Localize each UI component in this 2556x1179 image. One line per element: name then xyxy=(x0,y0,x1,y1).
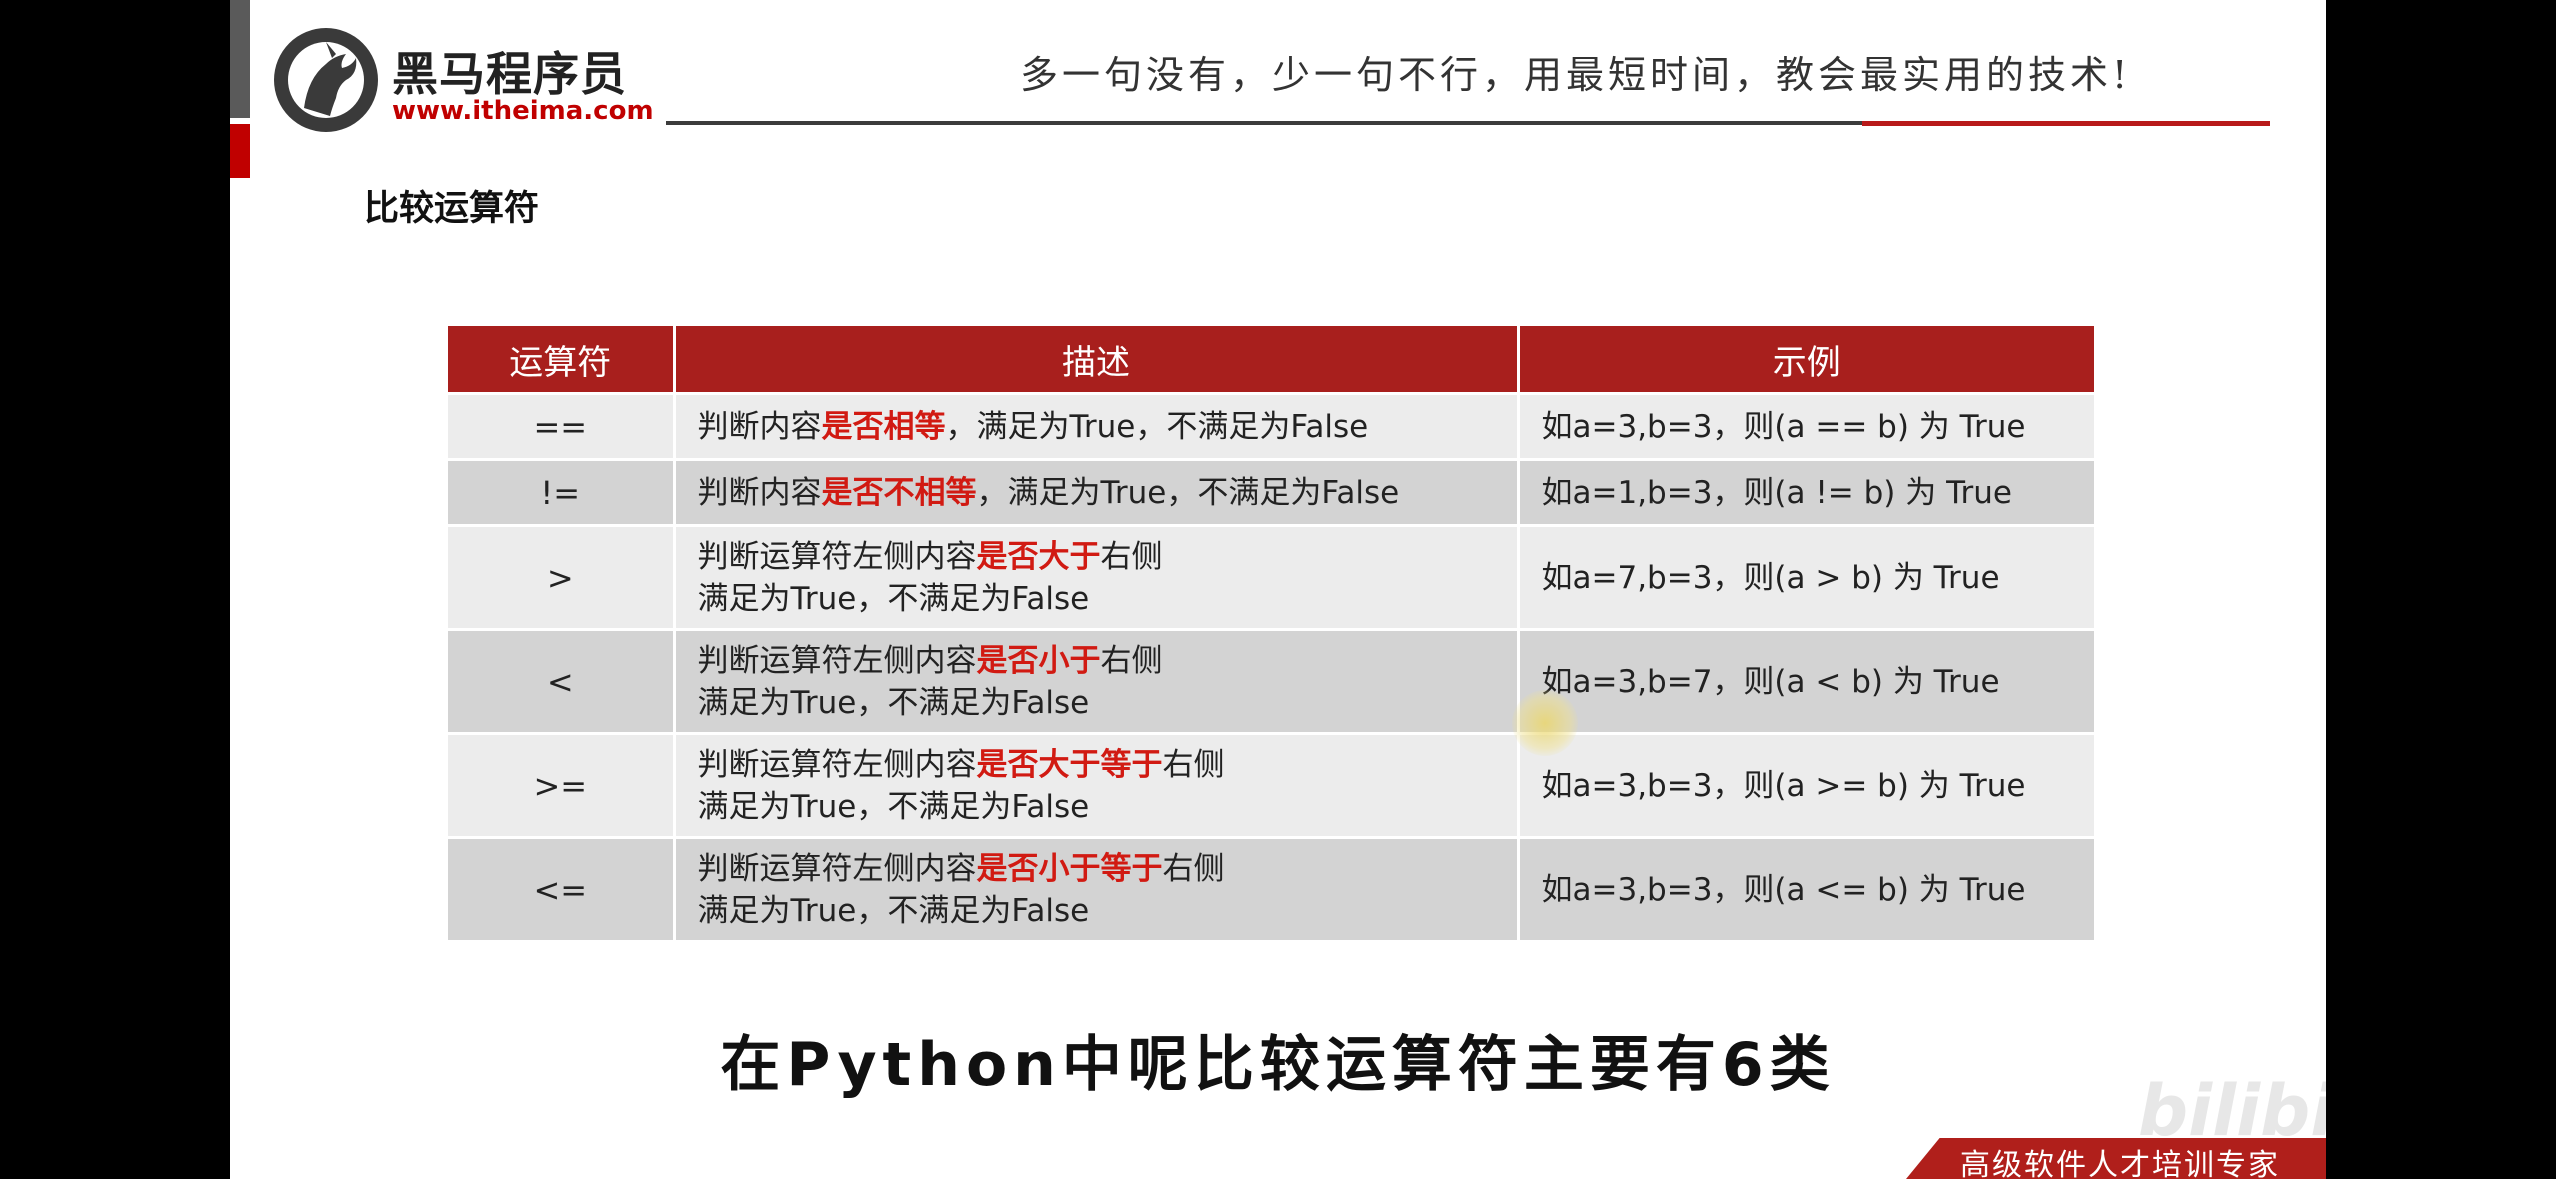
description-text: 判断内容 xyxy=(697,474,822,511)
operator-cell: != xyxy=(448,458,676,526)
description-text: 右侧 xyxy=(1100,538,1163,575)
description-highlight: 是否小于等于 xyxy=(976,850,1163,887)
example-cell: 如a=7,b=3，则(a > b) 为 True xyxy=(1518,524,2094,630)
description-line2: 满足为True，不满足为False xyxy=(697,580,1090,617)
logo-name: 黑马程序员 xyxy=(392,47,627,101)
footer-tagline: 高级软件人才培训专家 xyxy=(1960,1148,2280,1179)
video-subtitle: 在Python中呢比较运算符主要有6类 xyxy=(720,1030,1836,1100)
horse-logo-icon xyxy=(274,28,378,132)
header-divider-accent xyxy=(1862,121,2270,126)
description-cell: 判断内容是否相等，满足为True，不满足为False xyxy=(674,392,1520,460)
description-cell: 判断运算符左侧内容是否小于等于右侧 满足为True，不满足为False xyxy=(674,836,1520,940)
description-highlight: 是否大于 xyxy=(976,538,1101,575)
example-cell: 如a=3,b=7，则(a < b) 为 True xyxy=(1518,628,2094,734)
example-cell: 如a=3,b=3，则(a == b) 为 True xyxy=(1518,392,2094,460)
table-row: != 判断内容是否不相等，满足为True，不满足为False 如a=1,b=3，… xyxy=(448,458,2094,526)
description-highlight: 是否大于等于 xyxy=(976,746,1163,783)
left-accent-bar xyxy=(230,0,250,118)
description-line2: 满足为True，不满足为False xyxy=(697,684,1090,721)
description-text: 判断运算符左侧内容 xyxy=(697,538,977,575)
description-text: ，满足为True，不满足为False xyxy=(976,474,1400,511)
description-highlight: 是否相等 xyxy=(821,408,946,445)
description-text: 右侧 xyxy=(1100,642,1163,679)
header-description: 描述 xyxy=(674,326,1520,394)
description-text: 右侧 xyxy=(1162,746,1225,783)
description-cell: 判断运算符左侧内容是否大于右侧 满足为True，不满足为False xyxy=(674,524,1520,630)
comparison-operators-table: 运算符 描述 示例 == 判断内容是否相等，满足为True，不满足为False … xyxy=(448,326,2094,940)
table-row: > 判断运算符左侧内容是否大于右侧 满足为True，不满足为False 如a=7… xyxy=(448,524,2094,630)
operator-cell: <= xyxy=(448,836,676,940)
slogan: 多一句没有，少一句不行，用最短时间，教会最实用的技术! xyxy=(1020,53,2132,97)
table-row: <= 判断运算符左侧内容是否小于等于右侧 满足为True，不满足为False 如… xyxy=(448,836,2094,940)
slide: 黑马程序员 www.itheima.com 多一句没有，少一句不行，用最短时间，… xyxy=(230,0,2326,1179)
description-highlight: 是否小于 xyxy=(976,642,1101,679)
description-text: 右侧 xyxy=(1162,850,1225,887)
example-cell: 如a=3,b=3，则(a >= b) 为 True xyxy=(1518,732,2094,838)
description-cell: 判断运算符左侧内容是否大于等于右侧 满足为True，不满足为False xyxy=(674,732,1520,838)
left-accent-red xyxy=(230,124,250,178)
description-line2: 满足为True，不满足为False xyxy=(697,788,1090,825)
operator-cell: >= xyxy=(448,732,676,838)
table-header-row: 运算符 描述 示例 xyxy=(448,326,2094,394)
header-example: 示例 xyxy=(1518,326,2094,394)
operator-cell: == xyxy=(448,392,676,460)
description-text: ，满足为True，不满足为False xyxy=(945,408,1369,445)
logo-url: www.itheima.com xyxy=(392,96,654,126)
itheima-logo: 黑马程序员 www.itheima.com xyxy=(274,28,654,138)
example-cell: 如a=3,b=3，则(a <= b) 为 True xyxy=(1518,836,2094,940)
description-highlight: 是否不相等 xyxy=(821,474,977,511)
operator-cell: > xyxy=(448,524,676,630)
table-row: >= 判断运算符左侧内容是否大于等于右侧 满足为True，不满足为False 如… xyxy=(448,732,2094,838)
table-row: == 判断内容是否相等，满足为True，不满足为False 如a=3,b=3，则… xyxy=(448,392,2094,460)
description-line2: 满足为True，不满足为False xyxy=(697,892,1090,929)
example-cell: 如a=1,b=3，则(a != b) 为 True xyxy=(1518,458,2094,526)
description-text: 判断运算符左侧内容 xyxy=(697,642,977,679)
table-row: < 判断运算符左侧内容是否小于右侧 满足为True，不满足为False 如a=3… xyxy=(448,628,2094,734)
description-cell: 判断运算符左侧内容是否小于右侧 满足为True，不满足为False xyxy=(674,628,1520,734)
description-text: 判断内容 xyxy=(697,408,822,445)
pointer-highlight-icon xyxy=(1512,690,1578,756)
section-title: 比较运算符 xyxy=(364,189,540,229)
description-text: 判断运算符左侧内容 xyxy=(697,746,977,783)
operator-cell: < xyxy=(448,628,676,734)
description-text: 判断运算符左侧内容 xyxy=(697,850,977,887)
header-operator: 运算符 xyxy=(448,326,676,394)
description-cell: 判断内容是否不相等，满足为True，不满足为False xyxy=(674,458,1520,526)
